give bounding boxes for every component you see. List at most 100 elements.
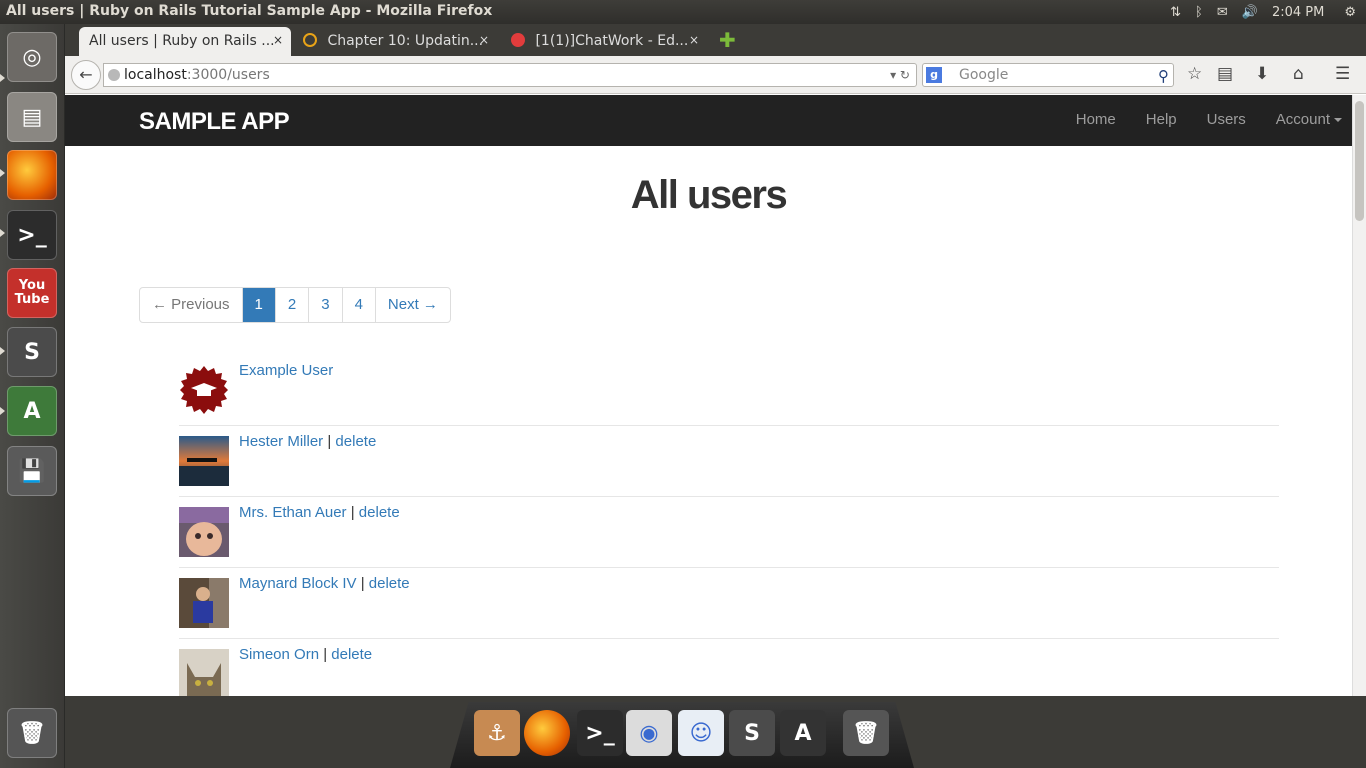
tab-all-users[interactable]: All users | Ruby on Rails ... × bbox=[79, 27, 291, 56]
pagination-page-1[interactable]: 1 bbox=[241, 288, 275, 322]
launcher-firefox-icon[interactable] bbox=[7, 150, 57, 200]
launcher-terminal-icon[interactable]: >_ bbox=[7, 210, 57, 260]
separator: | bbox=[346, 504, 359, 521]
delete-link[interactable]: delete bbox=[331, 646, 372, 663]
tab-strip: All users | Ruby on Rails ... × Chapter … bbox=[65, 24, 1366, 56]
dock-chat-icon[interactable]: ☺ bbox=[678, 710, 724, 756]
download-icon[interactable]: ⬇ bbox=[1255, 64, 1269, 84]
separator: | bbox=[323, 433, 336, 450]
settings-gear-icon[interactable]: ⚙ bbox=[1344, 5, 1356, 20]
dock-speaker-icon[interactable]: ◉ bbox=[626, 710, 672, 756]
pagination-next[interactable]: Next → bbox=[374, 288, 450, 322]
user-row: Hester Miller | delete bbox=[179, 426, 1279, 497]
close-tab-icon[interactable]: × bbox=[689, 33, 699, 47]
user-row: Mrs. Ethan Auer | delete bbox=[179, 497, 1279, 568]
favicon-icon bbox=[303, 33, 317, 47]
delete-link[interactable]: delete bbox=[335, 433, 376, 450]
url-path: :3000/users bbox=[186, 67, 270, 83]
user-link[interactable]: Mrs. Ethan Auer bbox=[239, 504, 347, 521]
launcher-running-indicator bbox=[0, 74, 5, 82]
launcher-trash-icon[interactable]: 🗑 bbox=[7, 708, 57, 758]
user-link[interactable]: Maynard Block IV bbox=[239, 575, 357, 592]
separator: | bbox=[319, 646, 332, 663]
reader-icon[interactable]: ▤ bbox=[1217, 64, 1233, 84]
url-bar[interactable]: localhost:3000/users ▾ ↻ bbox=[103, 63, 917, 87]
search-placeholder: Google bbox=[959, 67, 1009, 83]
launcher-ubuntu-dash-icon[interactable]: ◎ bbox=[7, 32, 57, 82]
window-title: All users | Ruby on Rails Tutorial Sampl… bbox=[6, 3, 493, 19]
launcher-running-indicator bbox=[0, 169, 5, 177]
globe-icon bbox=[108, 69, 120, 81]
user-link[interactable]: Example User bbox=[239, 362, 333, 379]
nav-help[interactable]: Help bbox=[1146, 111, 1177, 128]
avatar[interactable] bbox=[179, 649, 229, 696]
user-link[interactable]: Simeon Orn bbox=[239, 646, 319, 663]
search-input[interactable]: g Google ⚲ bbox=[922, 63, 1174, 87]
launcher-running-indicator bbox=[0, 347, 5, 355]
delete-link[interactable]: delete bbox=[369, 575, 410, 592]
avatar[interactable] bbox=[179, 507, 229, 557]
launcher-software-updater-icon[interactable]: A bbox=[7, 386, 57, 436]
nav-users[interactable]: Users bbox=[1207, 111, 1246, 128]
page-viewport: SAMPLE APP Home Help Users Account All u… bbox=[65, 95, 1352, 696]
bookmark-star-icon[interactable]: ☆ bbox=[1187, 64, 1202, 84]
dock-trash-icon[interactable]: 🗑 bbox=[843, 710, 889, 756]
launcher-sublime-text-icon[interactable]: S bbox=[7, 327, 57, 377]
pagination-page-2[interactable]: 2 bbox=[274, 288, 308, 322]
app-nav: Home Help Users Account bbox=[1046, 111, 1342, 128]
avatar[interactable] bbox=[179, 365, 229, 415]
launcher-files-icon[interactable]: ▤ bbox=[7, 92, 57, 142]
delete-link[interactable]: delete bbox=[359, 504, 400, 521]
back-button[interactable]: ← bbox=[71, 60, 101, 90]
home-icon[interactable]: ⌂ bbox=[1293, 64, 1304, 84]
nav-account-label: Account bbox=[1275, 111, 1330, 128]
dock-firefox-icon[interactable] bbox=[524, 710, 570, 756]
user-row: Example User bbox=[179, 355, 1279, 426]
caret-down-icon bbox=[1334, 118, 1342, 122]
reload-icon[interactable]: ▾ ↻ bbox=[890, 64, 910, 86]
pagination-page-3[interactable]: 3 bbox=[308, 288, 341, 322]
pagination-previous[interactable]: ← Previous bbox=[140, 288, 242, 322]
users-list: Example User Hester Miller | delete Mrs.… bbox=[179, 355, 1279, 696]
search-icon[interactable]: ⚲ bbox=[1158, 65, 1169, 87]
avatar[interactable] bbox=[179, 436, 229, 486]
url-host: localhost bbox=[124, 67, 187, 83]
tab-chapter-10[interactable]: Chapter 10: Updatin... × bbox=[293, 27, 497, 56]
nav-account[interactable]: Account bbox=[1276, 111, 1342, 128]
dock-terminal-icon[interactable]: >_ bbox=[577, 710, 623, 756]
tab-label: All users | Ruby on Rails ... bbox=[89, 33, 275, 49]
menu-icon[interactable]: ☰ bbox=[1335, 64, 1350, 84]
volume-icon[interactable]: 🔊 bbox=[1242, 5, 1258, 20]
launcher-youtube-icon[interactable]: You Tube bbox=[7, 268, 57, 318]
page-title: All users bbox=[630, 173, 788, 217]
launcher-running-indicator bbox=[0, 407, 5, 415]
separator: | bbox=[356, 575, 369, 592]
launcher-save-icon[interactable]: 💾 bbox=[7, 446, 57, 496]
tab-label: Chapter 10: Updatin... bbox=[327, 33, 484, 49]
network-icon[interactable]: ⇅ bbox=[1170, 5, 1181, 20]
user-link[interactable]: Hester Miller bbox=[239, 433, 323, 450]
dock-anchor-icon[interactable]: ⚓ bbox=[474, 710, 520, 756]
system-tray: ⇅ ᛒ ✉ 🔊 2:04 PM ⚙ bbox=[1170, 0, 1366, 24]
brand-logo[interactable]: SAMPLE APP bbox=[139, 108, 290, 136]
avatar[interactable] bbox=[179, 578, 229, 628]
close-tab-icon[interactable]: × bbox=[479, 33, 489, 47]
launcher: ◎ ▤ >_ You Tube S A 💾 🗑 bbox=[0, 24, 65, 768]
clock[interactable]: 2:04 PM bbox=[1272, 5, 1324, 20]
new-tab-button[interactable]: ✚ bbox=[719, 28, 736, 52]
tab-chatwork[interactable]: [1(1)]ChatWork - Ed... × bbox=[501, 27, 707, 56]
top-panel: All users | Ruby on Rails Tutorial Sampl… bbox=[0, 0, 1366, 24]
dock-sublime-text-icon[interactable]: S bbox=[729, 710, 775, 756]
bluetooth-icon[interactable]: ᛒ bbox=[1195, 5, 1203, 20]
nav-home[interactable]: Home bbox=[1076, 111, 1116, 128]
google-icon[interactable]: g bbox=[926, 67, 942, 83]
scrollbar-thumb[interactable] bbox=[1355, 101, 1364, 221]
launcher-running-indicator bbox=[0, 229, 5, 237]
close-tab-icon[interactable]: × bbox=[273, 33, 283, 47]
favicon-icon bbox=[511, 33, 525, 47]
dock-software-updater-icon[interactable]: A bbox=[780, 710, 826, 756]
pagination: ← Previous 1 2 3 4 Next → bbox=[139, 287, 451, 323]
page-scrollbar[interactable] bbox=[1352, 95, 1366, 696]
pagination-page-4[interactable]: 4 bbox=[341, 288, 375, 322]
mail-icon[interactable]: ✉ bbox=[1217, 5, 1228, 20]
